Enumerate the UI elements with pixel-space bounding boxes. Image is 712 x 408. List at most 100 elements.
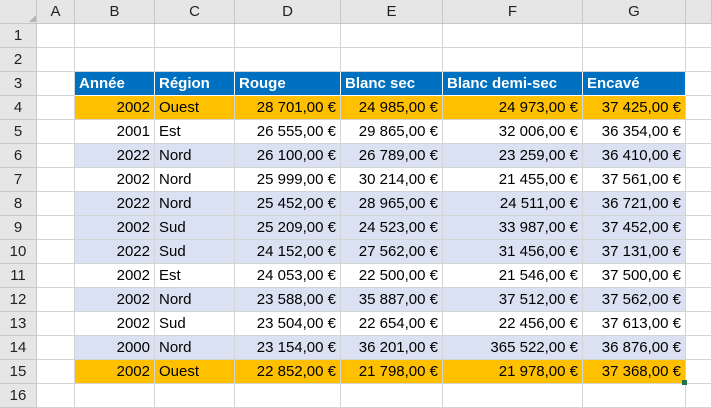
cell[interactable]	[235, 24, 341, 48]
cell[interactable]	[583, 24, 686, 48]
table-cell[interactable]: 2000	[75, 336, 155, 360]
cell[interactable]	[37, 312, 75, 336]
table-cell[interactable]: 2022	[75, 192, 155, 216]
table-cell[interactable]: 37 131,00 €	[583, 240, 686, 264]
cell[interactable]	[37, 216, 75, 240]
table-cell[interactable]: 24 523,00 €	[341, 216, 443, 240]
table-cell[interactable]: 37 368,00 €	[583, 360, 686, 384]
table-cell[interactable]: 37 425,00 €	[583, 96, 686, 120]
table-cell[interactable]: 26 100,00 €	[235, 144, 341, 168]
cell[interactable]	[37, 192, 75, 216]
table-cell[interactable]: 2001	[75, 120, 155, 144]
table-cell[interactable]: 22 500,00 €	[341, 264, 443, 288]
table-cell[interactable]: 29 865,00 €	[341, 120, 443, 144]
row-header-5[interactable]: 5	[0, 120, 37, 144]
table-cell[interactable]: 2002	[75, 216, 155, 240]
row-header-14[interactable]: 14	[0, 336, 37, 360]
row-header-7[interactable]: 7	[0, 168, 37, 192]
cell[interactable]	[686, 312, 712, 336]
table-header-cell[interactable]: Région	[155, 72, 235, 96]
table-cell[interactable]: 24 511,00 €	[443, 192, 583, 216]
cell[interactable]	[37, 288, 75, 312]
cell[interactable]	[686, 216, 712, 240]
table-cell[interactable]: 35 887,00 €	[341, 288, 443, 312]
column-header-c[interactable]: C	[155, 0, 235, 24]
table-cell[interactable]: 23 154,00 €	[235, 336, 341, 360]
cell[interactable]	[686, 24, 712, 48]
table-cell[interactable]: Sud	[155, 240, 235, 264]
table-cell[interactable]: 37 613,00 €	[583, 312, 686, 336]
cell[interactable]	[686, 48, 712, 72]
cell[interactable]	[443, 24, 583, 48]
cell[interactable]	[155, 24, 235, 48]
column-header-f[interactable]: F	[443, 0, 583, 24]
cell[interactable]	[37, 96, 75, 120]
cell[interactable]	[686, 72, 712, 96]
row-header-8[interactable]: 8	[0, 192, 37, 216]
cell[interactable]	[37, 360, 75, 384]
table-cell[interactable]: 36 876,00 €	[583, 336, 686, 360]
cell[interactable]	[341, 384, 443, 408]
table-cell[interactable]: 26 555,00 €	[235, 120, 341, 144]
cell[interactable]	[341, 48, 443, 72]
table-cell[interactable]: 365 522,00 €	[443, 336, 583, 360]
table-cell[interactable]: 2002	[75, 288, 155, 312]
table-cell[interactable]: 27 562,00 €	[341, 240, 443, 264]
cell[interactable]	[37, 264, 75, 288]
table-cell[interactable]: 21 978,00 €	[443, 360, 583, 384]
column-header-a[interactable]: A	[37, 0, 75, 24]
table-cell[interactable]: 37 561,00 €	[583, 168, 686, 192]
cell[interactable]	[37, 24, 75, 48]
table-cell[interactable]: 23 259,00 €	[443, 144, 583, 168]
table-cell[interactable]: 37 452,00 €	[583, 216, 686, 240]
cell[interactable]	[37, 72, 75, 96]
cell[interactable]	[155, 48, 235, 72]
table-cell[interactable]: 24 053,00 €	[235, 264, 341, 288]
table-cell[interactable]: 25 452,00 €	[235, 192, 341, 216]
table-cell[interactable]: 24 985,00 €	[341, 96, 443, 120]
cell[interactable]	[37, 144, 75, 168]
cell[interactable]	[235, 384, 341, 408]
cell[interactable]	[37, 336, 75, 360]
table-cell[interactable]: 21 455,00 €	[443, 168, 583, 192]
row-header-4[interactable]: 4	[0, 96, 37, 120]
cell[interactable]	[686, 144, 712, 168]
table-cell[interactable]: 22 456,00 €	[443, 312, 583, 336]
table-cell[interactable]: 37 500,00 €	[583, 264, 686, 288]
table-cell[interactable]: 31 456,00 €	[443, 240, 583, 264]
table-cell[interactable]: Nord	[155, 192, 235, 216]
row-header-13[interactable]: 13	[0, 312, 37, 336]
table-cell[interactable]: 2002	[75, 264, 155, 288]
cell[interactable]	[583, 48, 686, 72]
table-cell[interactable]: 2022	[75, 144, 155, 168]
cell[interactable]	[37, 240, 75, 264]
table-cell[interactable]: 24 973,00 €	[443, 96, 583, 120]
row-header-12[interactable]: 12	[0, 288, 37, 312]
table-cell[interactable]: 2022	[75, 240, 155, 264]
table-cell[interactable]: 2002	[75, 360, 155, 384]
table-header-cell[interactable]: Année	[75, 72, 155, 96]
table-cell[interactable]: 36 721,00 €	[583, 192, 686, 216]
cell[interactable]	[235, 48, 341, 72]
table-cell[interactable]: 28 965,00 €	[341, 192, 443, 216]
cell[interactable]	[37, 384, 75, 408]
table-cell[interactable]: Est	[155, 264, 235, 288]
table-cell[interactable]: 36 201,00 €	[341, 336, 443, 360]
cell[interactable]	[686, 240, 712, 264]
select-all-corner[interactable]	[0, 0, 37, 24]
column-header-e[interactable]: E	[341, 0, 443, 24]
cell[interactable]	[686, 120, 712, 144]
table-cell[interactable]: 22 852,00 €	[235, 360, 341, 384]
table-cell[interactable]: 30 214,00 €	[341, 168, 443, 192]
cell[interactable]	[37, 168, 75, 192]
table-cell[interactable]: Nord	[155, 288, 235, 312]
table-cell[interactable]: Nord	[155, 168, 235, 192]
column-header-b[interactable]: B	[75, 0, 155, 24]
table-cell[interactable]: 21 798,00 €	[341, 360, 443, 384]
cell[interactable]	[686, 360, 712, 384]
column-header-g[interactable]: G	[583, 0, 686, 24]
table-header-cell[interactable]: Rouge	[235, 72, 341, 96]
cell[interactable]	[341, 24, 443, 48]
table-header-cell[interactable]: Encavé	[583, 72, 686, 96]
table-cell[interactable]: Nord	[155, 144, 235, 168]
